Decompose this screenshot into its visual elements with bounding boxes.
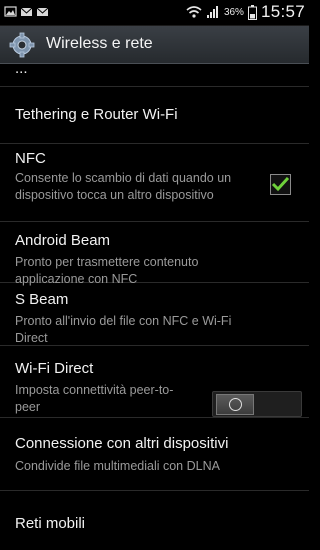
- gear-icon[interactable]: [9, 32, 35, 58]
- battery-icon: [247, 4, 257, 20]
- action-bar: Wireless e rete: [0, 26, 309, 64]
- other-devices-title: Connessione con altri dispositivi: [15, 435, 229, 452]
- photo-icon: [4, 6, 17, 17]
- wifi-direct-toggle[interactable]: [212, 391, 302, 417]
- page-title: Wireless e rete: [46, 35, 153, 52]
- mobile-networks-item[interactable]: Reti mobili: [0, 491, 309, 550]
- wifi-direct-title: Wi-Fi Direct: [15, 360, 94, 377]
- check-icon: [271, 176, 290, 192]
- s-beam-summary: Pronto all'invio del file con NFC e Wi-F…: [15, 314, 232, 345]
- tethering-title: Tethering e Router Wi-Fi: [15, 106, 178, 123]
- mobile-networks-title: Reti mobili: [15, 515, 86, 532]
- toggle-knob[interactable]: [216, 394, 254, 415]
- nfc-summary: Consente lo scambio di dati quando un di…: [15, 171, 232, 202]
- partial-item-title: ...: [15, 64, 28, 77]
- nfc-item[interactable]: NFC Consente lo scambio di dati quando u…: [0, 144, 309, 222]
- status-bar: 36% 15:57: [0, 0, 309, 26]
- toggle-off-icon: [229, 398, 242, 411]
- other-devices-item[interactable]: Connessione con altri dispositivi Condiv…: [0, 418, 309, 491]
- wifi-direct-summary: Imposta connettività peer-to-peer: [15, 383, 174, 414]
- android-beam-item[interactable]: Android Beam Pronto per trasmettere cont…: [0, 222, 309, 286]
- nfc-title: NFC: [15, 150, 46, 167]
- other-devices-summary: Condivide file multimediali con DLNA: [15, 459, 220, 473]
- missed-message-icon: [20, 7, 33, 16]
- battery-percentage: 36%: [223, 6, 244, 18]
- settings-list[interactable]: ... Tethering e Router Wi-Fi NFC Consent…: [0, 64, 309, 550]
- s-beam-title: S Beam: [15, 291, 69, 308]
- signal-icon: [206, 6, 218, 18]
- wifi-icon: [186, 6, 202, 18]
- missed-message-icon: [36, 7, 49, 16]
- notification-icons: [4, 5, 49, 18]
- nfc-checkbox[interactable]: [270, 174, 291, 195]
- android-beam-title: Android Beam: [15, 232, 111, 249]
- list-item-partial[interactable]: ...: [0, 64, 309, 87]
- clock: 15:57: [260, 2, 305, 21]
- s-beam-item[interactable]: S Beam Pronto all'invio del file con NFC…: [0, 283, 309, 346]
- tethering-item[interactable]: Tethering e Router Wi-Fi: [0, 87, 309, 144]
